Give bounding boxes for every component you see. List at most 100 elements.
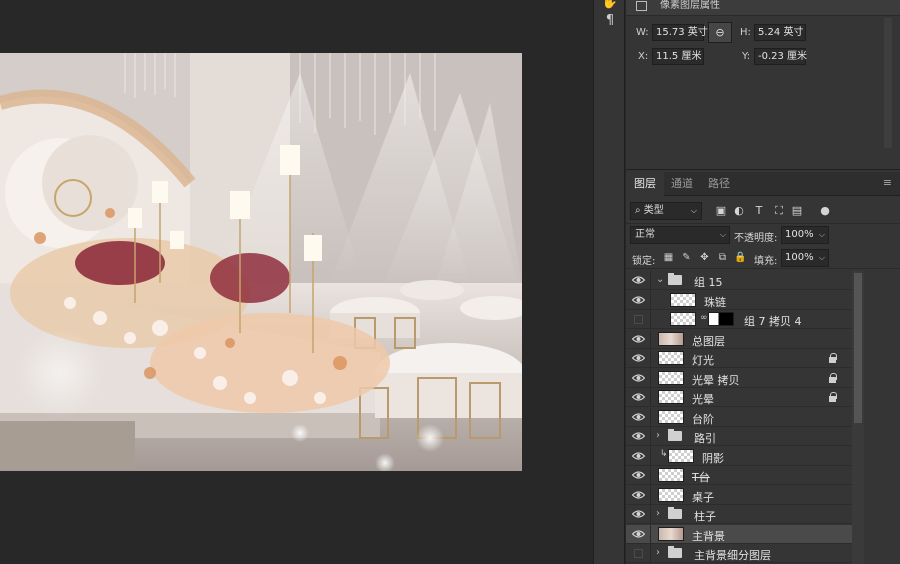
layer-row[interactable]: › 主背景细分图层: [626, 544, 852, 563]
tab-channels[interactable]: 通道: [663, 172, 701, 196]
layer-row[interactable]: T台: [626, 466, 852, 485]
lock-all-icon[interactable]: 🔒: [734, 251, 747, 264]
filter-shape-icon[interactable]: ⛶: [772, 204, 786, 218]
layer-name: T台: [692, 471, 710, 484]
filter-toggle-icon[interactable]: ●: [818, 204, 832, 218]
layer-row[interactable]: › 柱子: [626, 505, 852, 524]
layers-scrollbar-thumb[interactable]: [854, 273, 862, 423]
layer-row[interactable]: ↳ 阴影: [626, 446, 852, 466]
divider: [650, 505, 651, 524]
layer-name: 珠链: [704, 295, 726, 309]
height-field[interactable]: 5.24 英寸: [754, 24, 806, 41]
layer-name: 光晕 拷贝: [692, 373, 740, 387]
x-field[interactable]: 11.5 厘米: [652, 48, 704, 65]
layer-thumbnail: [658, 526, 684, 541]
lock-image-icon[interactable]: ✎: [680, 251, 693, 264]
layer-row[interactable]: 珠链: [626, 290, 852, 310]
eye-icon[interactable]: [631, 529, 646, 539]
layer-row[interactable]: 总图层: [626, 329, 852, 349]
y-field[interactable]: -0.23 厘米: [754, 48, 807, 65]
divider: [650, 290, 651, 310]
wedding-stage-artwork[interactable]: [0, 53, 522, 471]
right-panel: 像素图层属性 W: 15.73 英寸 ⊖ H: 5.24 英寸 X: 11.5 …: [626, 0, 900, 564]
filter-type-select[interactable]: ⌕ 类型 ⌵: [630, 202, 702, 220]
document-canvas-area[interactable]: [0, 0, 593, 564]
layer-row[interactable]: 光晕 拷贝: [626, 368, 852, 388]
properties-scrollbar[interactable]: [884, 18, 892, 148]
divider: [650, 329, 651, 349]
layer-thumbnail: [658, 370, 684, 385]
panel-menu-icon[interactable]: ≡: [883, 177, 892, 189]
layer-row[interactable]: ⌄ 组 15: [626, 271, 852, 290]
eye-icon[interactable]: [631, 373, 646, 383]
width-field[interactable]: 15.73 英寸: [652, 24, 708, 41]
tab-paths[interactable]: 路径: [700, 172, 738, 196]
lock-position-icon[interactable]: ✥: [698, 251, 711, 264]
divider: [650, 544, 651, 563]
lock-row: 锁定: ▦ ✎ ✥ ⧉ 🔒 填充: 100% ⌵: [626, 247, 900, 269]
eye-icon[interactable]: [631, 334, 646, 344]
eye-icon[interactable]: [631, 490, 646, 500]
folder-icon: [668, 507, 682, 519]
eye-icon[interactable]: [631, 392, 646, 402]
eye-icon[interactable]: [631, 509, 646, 519]
eye-icon[interactable]: [631, 431, 646, 441]
lock-label: 锁定:: [632, 256, 656, 267]
layer-row[interactable]: 台阶: [626, 407, 852, 427]
layer-row[interactable]: 主背景: [626, 524, 852, 544]
chevron-right-icon[interactable]: ›: [656, 547, 660, 558]
filter-pixel-icon[interactable]: ▣: [714, 204, 728, 218]
layer-row[interactable]: 桌子: [626, 485, 852, 505]
layer-thumbnail: [670, 292, 696, 307]
layer-row[interactable]: 灯光: [626, 349, 852, 368]
width-label: W:: [636, 27, 649, 38]
divider: [650, 446, 651, 466]
paragraph-icon[interactable]: ¶: [600, 12, 620, 30]
opacity-label: 不透明度:: [734, 233, 778, 244]
layer-row[interactable]: ∞ 组 7 拷贝 4: [626, 310, 852, 329]
eye-icon[interactable]: [631, 295, 646, 305]
filter-type-icon[interactable]: T: [752, 204, 766, 218]
properties-panel: 像素图层属性 W: 15.73 英寸 ⊖ H: 5.24 英寸 X: 11.5 …: [626, 0, 900, 170]
eye-icon[interactable]: [631, 353, 646, 363]
layer-name: 灯光: [692, 354, 714, 367]
pixel-layer-icon: [636, 1, 647, 11]
search-icon: ⌕: [635, 205, 641, 216]
layer-name: 主背景细分图层: [694, 549, 771, 562]
lock-icon: [828, 353, 837, 363]
lock-transparency-icon[interactable]: ▦: [662, 251, 675, 264]
layer-mask-thumbnail[interactable]: [708, 312, 734, 326]
eye-icon[interactable]: [631, 451, 646, 461]
filter-smart-object-icon[interactable]: ▤: [790, 204, 804, 218]
y-label: Y:: [742, 51, 751, 62]
lock-artboard-icon[interactable]: ⧉: [716, 251, 729, 264]
filter-adjustment-icon[interactable]: ◐: [732, 204, 746, 218]
layer-thumbnail: [658, 487, 684, 502]
eye-icon[interactable]: [631, 470, 646, 480]
chevron-right-icon[interactable]: ›: [656, 508, 660, 519]
layer-thumbnail: [658, 351, 684, 365]
visibility-toggle[interactable]: [634, 315, 643, 324]
hand-icon[interactable]: ✋: [600, 0, 620, 12]
blend-mode-select[interactable]: 正常 ⌵: [630, 226, 730, 244]
chevron-down-icon: ⌵: [818, 253, 825, 262]
layer-row[interactable]: › 路引: [626, 427, 852, 446]
filter-type-value: 类型: [643, 205, 664, 216]
layer-thumbnail: [670, 312, 696, 326]
mask-link-icon[interactable]: ∞: [700, 313, 708, 323]
opacity-field[interactable]: 100% ⌵: [781, 226, 829, 244]
visibility-toggle[interactable]: [634, 549, 643, 558]
eye-icon[interactable]: [631, 412, 646, 422]
fill-label: 填充:: [754, 256, 778, 267]
lock-icon: [828, 392, 837, 402]
layer-list: ⌄ 组 15 珠链 ∞ 组 7 拷贝 4 总图层灯光光晕 拷贝 光晕 台阶 › 路引 ↳ 阴影 T台 桌子…: [626, 271, 852, 564]
tab-layers[interactable]: 图层: [626, 172, 664, 196]
chevron-down-icon[interactable]: ⌄: [656, 274, 664, 285]
link-icon[interactable]: ⊖: [708, 22, 732, 43]
opacity-value: 100%: [785, 229, 814, 240]
fill-field[interactable]: 100% ⌵: [781, 249, 829, 267]
eye-icon[interactable]: [631, 275, 646, 285]
lock-icon: [828, 372, 837, 383]
chevron-right-icon[interactable]: ›: [656, 430, 660, 441]
layer-row[interactable]: 光晕: [626, 388, 852, 407]
